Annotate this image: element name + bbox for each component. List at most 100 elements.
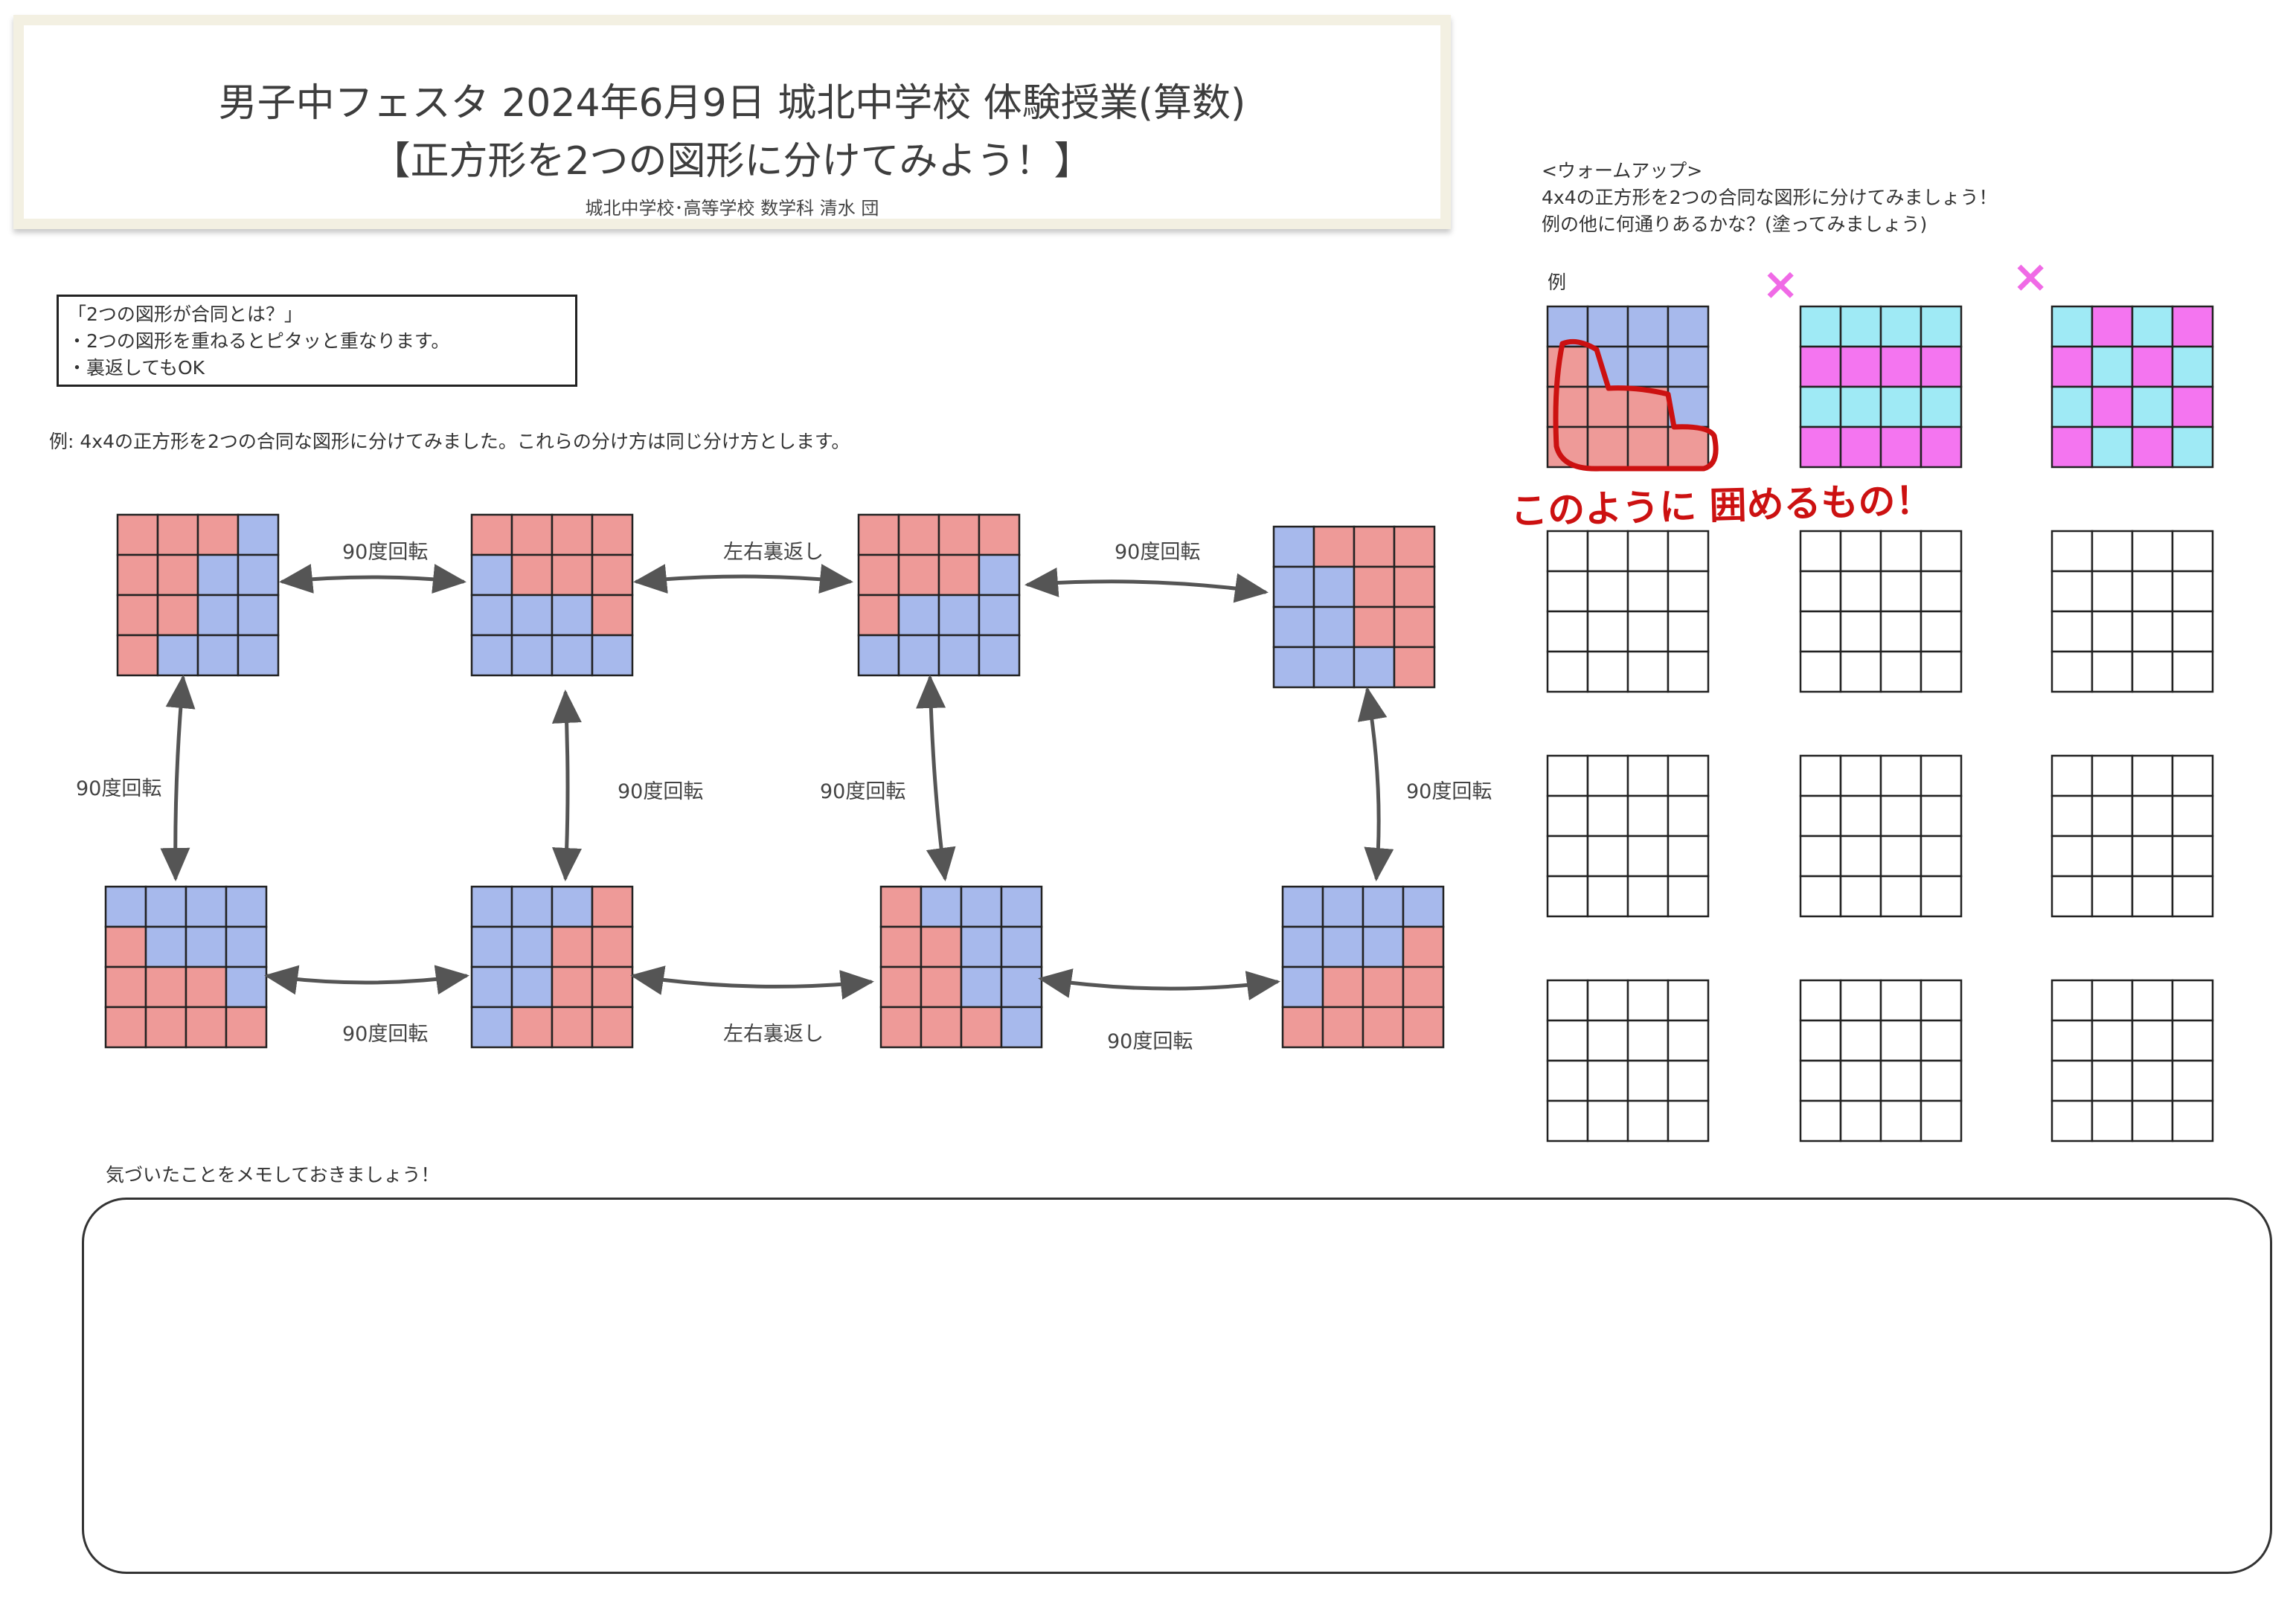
- grid-cell[interactable]: [1799, 530, 1842, 573]
- grid-cell[interactable]: [1546, 979, 1589, 1022]
- grid-cell[interactable]: [1667, 530, 1710, 573]
- grid-cell[interactable]: [2091, 610, 2134, 653]
- grid-cell[interactable]: [1546, 1019, 1589, 1062]
- grid-cell[interactable]: [2131, 570, 2174, 613]
- grid-cell[interactable]: [1626, 1059, 1670, 1102]
- grid-cell[interactable]: [1839, 794, 1882, 838]
- grid-cell[interactable]: [1626, 794, 1670, 838]
- grid-cell[interactable]: [2131, 650, 2174, 693]
- grid-cell[interactable]: [1546, 1099, 1589, 1142]
- grid-cell[interactable]: [1879, 754, 1923, 797]
- grid-cell[interactable]: [1879, 1099, 1923, 1142]
- grid-cell[interactable]: [2091, 875, 2134, 918]
- grid-cell[interactable]: [2050, 650, 2094, 693]
- grid-cell[interactable]: [1799, 1059, 1842, 1102]
- grid-cell[interactable]: [1920, 570, 1963, 613]
- grid-cell[interactable]: [2171, 875, 2214, 918]
- grid-cell[interactable]: [2131, 794, 2174, 838]
- grid-cell[interactable]: [2171, 1019, 2214, 1062]
- grid-cell[interactable]: [1879, 979, 1923, 1022]
- grid-cell[interactable]: [2131, 979, 2174, 1022]
- grid-cell[interactable]: [1839, 835, 1882, 878]
- grid-cell[interactable]: [1920, 794, 1963, 838]
- grid-cell[interactable]: [1626, 1019, 1670, 1062]
- grid-cell[interactable]: [1667, 794, 1710, 838]
- grid-cell[interactable]: [1546, 570, 1589, 613]
- grid-cell[interactable]: [1626, 1099, 1670, 1142]
- grid-cell[interactable]: [1920, 1059, 1963, 1102]
- grid-cell[interactable]: [1667, 650, 1710, 693]
- grid-cell[interactable]: [1799, 875, 1842, 918]
- grid-cell[interactable]: [1586, 754, 1629, 797]
- grid-cell[interactable]: [1920, 979, 1963, 1022]
- grid-cell[interactable]: [1586, 610, 1629, 653]
- grid-cell[interactable]: [2091, 1099, 2134, 1142]
- grid-cell[interactable]: [1839, 650, 1882, 693]
- grid-cell[interactable]: [2091, 754, 2134, 797]
- grid-cell[interactable]: [1586, 875, 1629, 918]
- grid-cell[interactable]: [2050, 979, 2094, 1022]
- grid-cell[interactable]: [1799, 1019, 1842, 1062]
- grid-cell[interactable]: [1626, 530, 1670, 573]
- grid-cell[interactable]: [1839, 754, 1882, 797]
- empty-practice-grid[interactable]: [1799, 979, 1963, 1142]
- grid-cell[interactable]: [2131, 754, 2174, 797]
- grid-cell[interactable]: [1879, 530, 1923, 573]
- grid-cell[interactable]: [1839, 979, 1882, 1022]
- empty-practice-grid[interactable]: [1546, 754, 1710, 918]
- grid-cell[interactable]: [1546, 1059, 1589, 1102]
- empty-practice-grid[interactable]: [1799, 530, 1963, 693]
- grid-cell[interactable]: [2091, 530, 2134, 573]
- grid-cell[interactable]: [1667, 1099, 1710, 1142]
- grid-cell[interactable]: [1920, 610, 1963, 653]
- grid-cell[interactable]: [2171, 794, 2214, 838]
- grid-cell[interactable]: [2050, 754, 2094, 797]
- grid-cell[interactable]: [1920, 754, 1963, 797]
- grid-cell[interactable]: [2171, 1059, 2214, 1102]
- grid-cell[interactable]: [1546, 754, 1589, 797]
- grid-cell[interactable]: [2131, 835, 2174, 878]
- grid-cell[interactable]: [2091, 979, 2134, 1022]
- grid-cell[interactable]: [1546, 650, 1589, 693]
- grid-cell[interactable]: [2050, 530, 2094, 573]
- grid-cell[interactable]: [2050, 610, 2094, 653]
- grid-cell[interactable]: [2131, 1059, 2174, 1102]
- empty-practice-grid[interactable]: [1799, 754, 1963, 918]
- grid-cell[interactable]: [1667, 754, 1710, 797]
- grid-cell[interactable]: [1879, 794, 1923, 838]
- grid-cell[interactable]: [2171, 754, 2214, 797]
- empty-practice-grid[interactable]: [2050, 754, 2214, 918]
- grid-cell[interactable]: [1626, 650, 1670, 693]
- grid-cell[interactable]: [1667, 835, 1710, 878]
- grid-cell[interactable]: [1626, 979, 1670, 1022]
- grid-cell[interactable]: [2050, 835, 2094, 878]
- empty-practice-grid[interactable]: [1546, 530, 1710, 693]
- grid-cell[interactable]: [2131, 530, 2174, 573]
- grid-cell[interactable]: [1626, 754, 1670, 797]
- grid-cell[interactable]: [1920, 835, 1963, 878]
- grid-cell[interactable]: [1799, 610, 1842, 653]
- grid-cell[interactable]: [1586, 835, 1629, 878]
- grid-cell[interactable]: [2171, 570, 2214, 613]
- grid-cell[interactable]: [1920, 530, 1963, 573]
- grid-cell[interactable]: [1667, 979, 1710, 1022]
- grid-cell[interactable]: [1879, 1019, 1923, 1062]
- grid-cell[interactable]: [1799, 835, 1842, 878]
- grid-cell[interactable]: [2131, 1019, 2174, 1062]
- grid-cell[interactable]: [1879, 610, 1923, 653]
- grid-cell[interactable]: [2050, 570, 2094, 613]
- grid-cell[interactable]: [1839, 875, 1882, 918]
- grid-cell[interactable]: [1546, 875, 1589, 918]
- memo-area[interactable]: [82, 1198, 2272, 1574]
- grid-cell[interactable]: [1586, 794, 1629, 838]
- grid-cell[interactable]: [2091, 1019, 2134, 1062]
- grid-cell[interactable]: [1586, 979, 1629, 1022]
- grid-cell[interactable]: [2131, 1099, 2174, 1142]
- grid-cell[interactable]: [2050, 1019, 2094, 1062]
- grid-cell[interactable]: [2091, 570, 2134, 613]
- grid-cell[interactable]: [1879, 570, 1923, 613]
- grid-cell[interactable]: [1839, 1019, 1882, 1062]
- grid-cell[interactable]: [2171, 979, 2214, 1022]
- grid-cell[interactable]: [1799, 754, 1842, 797]
- grid-cell[interactable]: [1667, 1019, 1710, 1062]
